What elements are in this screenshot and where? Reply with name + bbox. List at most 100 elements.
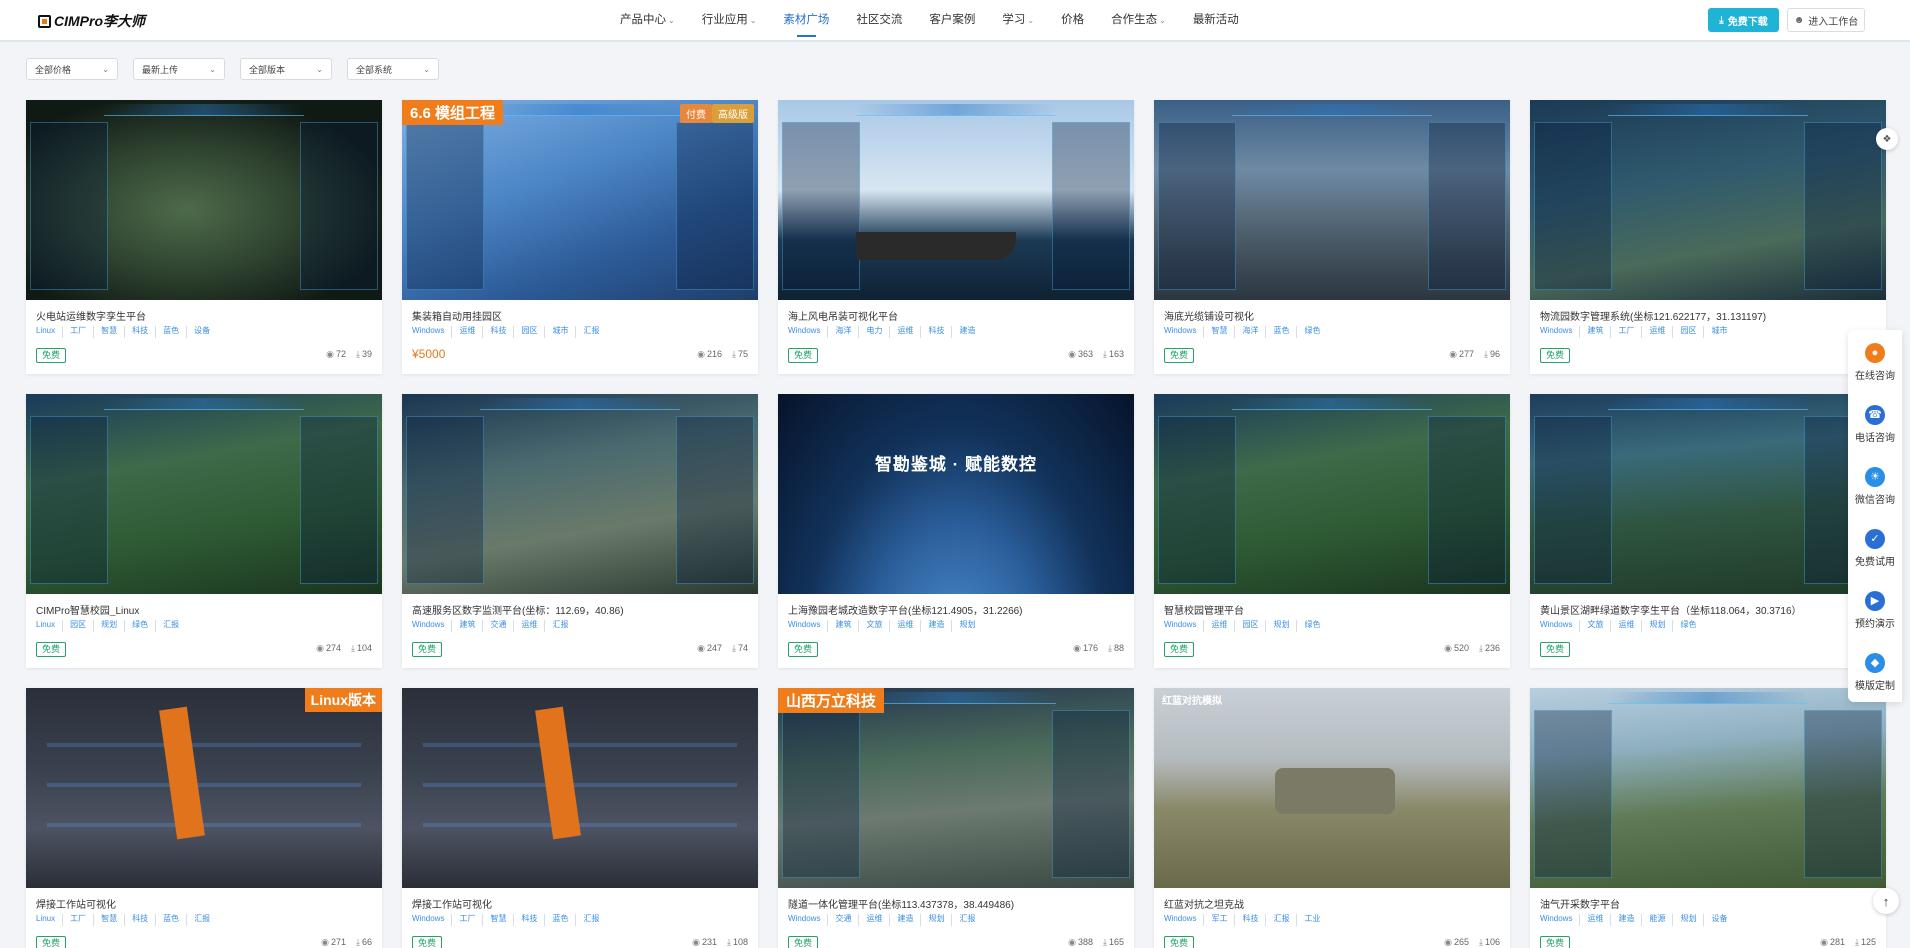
card-tag[interactable]: 汇报 — [194, 914, 217, 926]
card-tag[interactable]: 运维 — [1211, 620, 1236, 632]
side-item-2[interactable]: ☀ 微信咨询 — [1848, 456, 1902, 516]
card-tag[interactable]: 海洋 — [835, 326, 860, 338]
card-thumbnail[interactable] — [1530, 688, 1886, 888]
card-tag[interactable]: 海洋 — [1242, 326, 1267, 338]
card-thumbnail[interactable] — [1154, 394, 1510, 594]
card-tag[interactable]: 汇报 — [552, 620, 575, 632]
card-tag[interactable]: 电力 — [866, 326, 891, 338]
card-tag[interactable]: 城市 — [552, 326, 577, 338]
card-title[interactable]: 物流园数字管理系统(坐标121.622177，31.131197) — [1540, 308, 1876, 322]
card-thumbnail[interactable] — [1154, 100, 1510, 300]
card-tag[interactable]: 运维 — [1649, 326, 1674, 338]
card-thumbnail[interactable]: 红蓝对抗模拟 — [1154, 688, 1510, 888]
card-title[interactable]: 高速服务区数字监测平台(坐标：112.69，40.86) — [412, 602, 748, 616]
material-card[interactable]: 山西万立科技 隧道一体化管理平台(坐标113.437378，38.449486) W… — [778, 688, 1134, 948]
enter-workbench-button[interactable]: ☻ 进入工作台 — [1787, 8, 1865, 32]
card-tag[interactable]: 交通 — [490, 620, 515, 632]
logo[interactable]: CIMPro李大师 — [38, 11, 145, 31]
filter-select-2[interactable]: 全部版本 ⌄ — [240, 58, 332, 80]
material-card[interactable]: CIMPro智慧校园_Linux Linux 园区 规划 绿色 汇报 免费 ◉ 274 ⤓ 104 — [26, 394, 382, 668]
card-tag[interactable]: Windows — [1164, 326, 1205, 338]
card-tag[interactable]: 运维 — [1618, 620, 1643, 632]
card-tag[interactable]: 科技 — [132, 326, 157, 338]
card-tag[interactable]: Windows — [412, 620, 453, 632]
card-tag[interactable]: Windows — [1164, 620, 1205, 632]
side-item-3[interactable]: ✓ 免费试用 — [1848, 518, 1902, 578]
card-tag[interactable]: 智慧 — [490, 914, 515, 926]
card-title[interactable]: 海上风电吊装可视化平台 — [788, 308, 1124, 322]
card-tag[interactable]: 运维 — [521, 620, 546, 632]
card-tag[interactable]: 工厂 — [70, 914, 95, 926]
nav-item-2[interactable]: 素材广场 — [783, 0, 829, 40]
card-tag[interactable]: Windows — [1540, 620, 1581, 632]
side-item-1[interactable]: ☎ 电话咨询 — [1848, 394, 1902, 454]
material-card[interactable]: 海上风电吊装可视化平台 Windows 海洋 电力 运维 科技 建造 免费 ◉ 363 ⤓ 163 — [778, 100, 1134, 374]
card-tag[interactable]: 建造 — [1618, 914, 1643, 926]
filter-select-3[interactable]: 全部系统 ⌄ — [347, 58, 439, 80]
card-tag[interactable]: 规划 — [1649, 620, 1674, 632]
card-thumbnail[interactable]: 智勘鉴城 · 赋能数控 — [778, 394, 1134, 594]
nav-item-1[interactable]: 行业应用 ⌄ — [702, 0, 757, 40]
card-tag[interactable]: 科技 — [521, 914, 546, 926]
card-tag[interactable]: 科技 — [928, 326, 953, 338]
card-tag[interactable]: Linux — [36, 326, 64, 338]
card-tag[interactable]: 规划 — [101, 620, 126, 632]
card-title[interactable]: 焊接工作站可视化 — [412, 896, 748, 910]
card-tag[interactable]: Windows — [1540, 326, 1581, 338]
card-tag[interactable]: 规划 — [1680, 914, 1705, 926]
card-tag[interactable]: 绿色 — [1680, 620, 1703, 632]
nav-item-5[interactable]: 学习 ⌄ — [1002, 0, 1034, 40]
card-tag[interactable]: 科技 — [132, 914, 157, 926]
card-tag[interactable]: 建造 — [897, 914, 922, 926]
side-item-4[interactable]: ▶ 预约演示 — [1848, 580, 1902, 640]
card-tag[interactable]: 汇报 — [583, 914, 606, 926]
card-tag[interactable]: 蓝色 — [552, 914, 577, 926]
card-title[interactable]: 隧道一体化管理平台(坐标113.437378，38.449486) — [788, 896, 1124, 910]
card-tag[interactable]: Windows — [788, 326, 829, 338]
card-tag[interactable]: 能源 — [1649, 914, 1674, 926]
card-tag[interactable]: 工业 — [1304, 914, 1327, 926]
card-thumbnail[interactable]: 山西万立科技 — [778, 688, 1134, 888]
card-thumbnail[interactable] — [1530, 100, 1886, 300]
card-tag[interactable]: 规划 — [959, 620, 982, 632]
card-thumbnail[interactable]: 6.6 模组工程 付费 高级版 — [402, 100, 758, 300]
card-tag[interactable]: 文旅 — [866, 620, 891, 632]
card-title[interactable]: 黄山景区湖畔绿道数字孪生平台（坐标118.064，30.3716） — [1540, 602, 1876, 616]
card-tag[interactable]: Linux — [36, 914, 64, 926]
card-tag[interactable]: 智慧 — [1211, 326, 1236, 338]
card-tag[interactable]: 设备 — [194, 326, 217, 338]
card-tag[interactable]: Windows — [412, 914, 453, 926]
card-tag[interactable]: 军工 — [1211, 914, 1236, 926]
card-tag[interactable]: 蓝色 — [1273, 326, 1298, 338]
card-tag[interactable]: 智慧 — [101, 326, 126, 338]
card-tag[interactable]: 绿色 — [1304, 326, 1327, 338]
card-tag[interactable]: Windows — [412, 326, 453, 338]
card-tag[interactable]: 运维 — [459, 326, 484, 338]
card-title[interactable]: 焊接工作站可视化 — [36, 896, 372, 910]
card-tag[interactable]: 交通 — [835, 914, 860, 926]
card-tag[interactable]: 园区 — [70, 620, 95, 632]
nav-item-7[interactable]: 合作生态 ⌄ — [1111, 0, 1166, 40]
card-tag[interactable]: 工厂 — [70, 326, 95, 338]
card-tag[interactable]: 智慧 — [101, 914, 126, 926]
card-tag[interactable]: 汇报 — [959, 914, 982, 926]
card-title[interactable]: 上海豫园老城改造数字平台(坐标121.4905，31.2266) — [788, 602, 1124, 616]
card-title[interactable]: 火电站运维数字孪生平台 — [36, 308, 372, 322]
card-title[interactable]: 红蓝对抗之坦克战 — [1164, 896, 1500, 910]
material-card[interactable]: 智勘鉴城 · 赋能数控上海豫园老城改造数字平台(坐标121.4905，31.22… — [778, 394, 1134, 668]
card-tag[interactable]: 运维 — [866, 914, 891, 926]
card-title[interactable]: 集装箱自动用挂园区 — [412, 308, 748, 322]
card-tag[interactable]: 工厂 — [1618, 326, 1643, 338]
card-tag[interactable]: 汇报 — [163, 620, 186, 632]
card-tag[interactable]: 建筑 — [1587, 326, 1612, 338]
card-tag[interactable]: Linux — [36, 620, 64, 632]
card-tag[interactable]: 规划 — [928, 914, 953, 926]
card-tag[interactable]: Windows — [1540, 914, 1581, 926]
card-title[interactable]: 智慧校园管理平台 — [1164, 602, 1500, 616]
filter-select-1[interactable]: 最新上传 ⌄ — [133, 58, 225, 80]
card-tag[interactable]: 运维 — [1587, 914, 1612, 926]
nav-item-4[interactable]: 客户案例 — [929, 0, 975, 40]
side-item-5[interactable]: ◆ 模版定制 — [1848, 642, 1902, 702]
card-tag[interactable]: 园区 — [1242, 620, 1267, 632]
assistant-robot-button[interactable]: ❖ — [1876, 128, 1898, 150]
